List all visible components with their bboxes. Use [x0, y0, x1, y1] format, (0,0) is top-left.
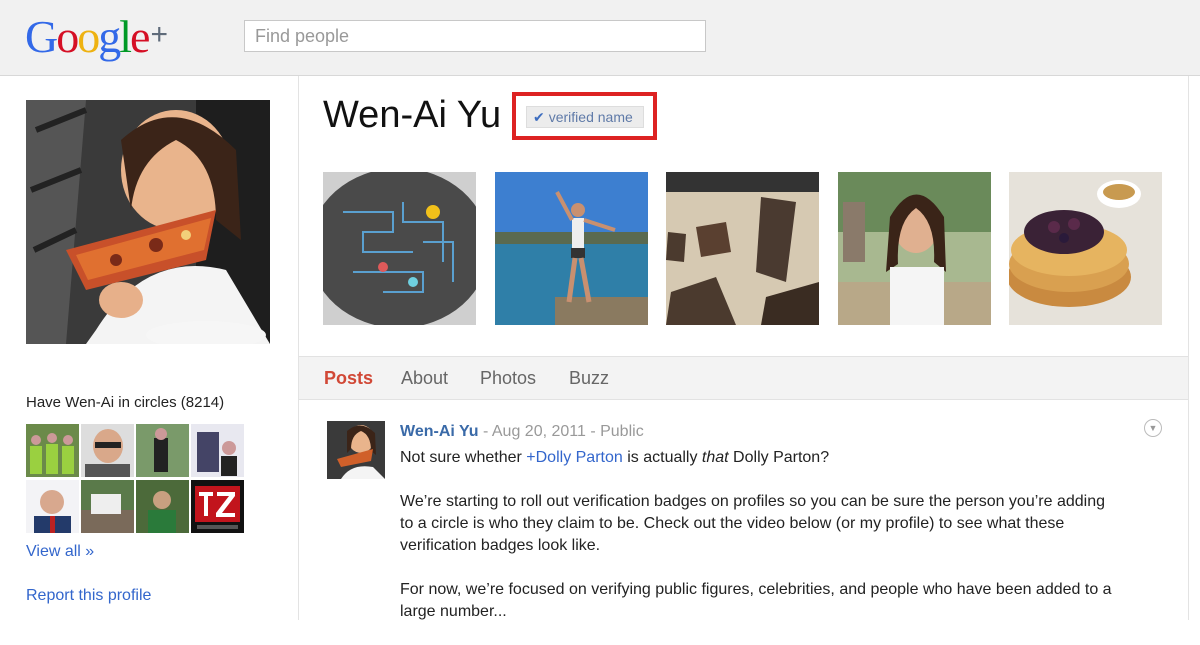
outdoor-smile-image: [838, 172, 991, 325]
circle-member-avatar[interactable]: [26, 424, 79, 477]
post-text: Dolly Parton?: [728, 449, 830, 466]
tab-photos[interactable]: Photos: [480, 368, 536, 389]
circle-member-avatar[interactable]: [136, 480, 189, 533]
logo-letter: l: [119, 11, 132, 62]
logo-letter: o: [77, 11, 100, 62]
profile-photo[interactable]: [26, 100, 270, 344]
strip-photo[interactable]: [666, 172, 819, 325]
profile-tabs: Posts About Photos Buzz: [299, 356, 1189, 400]
post-paragraph: We’re starting to roll out verification …: [400, 493, 1105, 554]
post-author-avatar[interactable]: [327, 421, 385, 479]
post-body: Not sure whether +Dolly Parton is actual…: [400, 447, 1120, 645]
circle-member-avatar[interactable]: [191, 480, 244, 533]
find-people-input[interactable]: [244, 20, 706, 52]
tab-posts[interactable]: Posts: [324, 368, 373, 389]
mention-link[interactable]: +Dolly Parton: [526, 449, 623, 466]
avatar-image: [327, 421, 385, 479]
avatar-image: [81, 424, 134, 477]
avatar-image: [136, 424, 189, 477]
separator: -: [478, 423, 492, 440]
logo-letter: e: [130, 11, 150, 62]
profile-name: Wen-Ai Yu: [323, 94, 502, 136]
strip-photo[interactable]: [1009, 172, 1162, 325]
chocolate-bark-image: [666, 172, 819, 325]
avatar-image: [191, 424, 244, 477]
circle-member-avatar[interactable]: [81, 424, 134, 477]
post-text: is actually: [622, 449, 702, 466]
separator: -: [585, 423, 601, 440]
avatar-image: [81, 480, 134, 533]
techzulu-logo: [191, 480, 244, 533]
tab-buzz[interactable]: Buzz: [569, 368, 609, 389]
report-profile-link[interactable]: Report this profile: [26, 587, 151, 605]
post-paragraph: Not sure whether +Dolly Parton is actual…: [400, 447, 1120, 469]
verified-name-label: verified name: [548, 109, 633, 125]
verified-name-badge[interactable]: ✔ verified name: [526, 106, 644, 128]
avatar-image: [26, 480, 79, 533]
circle-member-avatar[interactable]: [81, 480, 134, 533]
post-text: Not sure whether: [400, 449, 527, 466]
strip-photo[interactable]: [838, 172, 991, 325]
tab-about[interactable]: About: [401, 368, 448, 389]
post-header: Wen-Ai Yu - Aug 20, 2011 - Public: [400, 423, 644, 441]
avatar-image: [136, 480, 189, 533]
logo-letter: G: [25, 11, 58, 62]
pancakes-image: [1009, 172, 1162, 325]
avatar-image: [26, 424, 79, 477]
logo-plus: +: [150, 18, 167, 51]
post-author-link[interactable]: Wen-Ai Yu: [400, 423, 479, 440]
circle-member-avatar[interactable]: [191, 424, 244, 477]
pacman-plate-image: [323, 172, 476, 325]
left-sidebar: Have Wen-Ai in circles (8214) View all »…: [0, 76, 299, 620]
circle-member-avatar[interactable]: [26, 480, 79, 533]
profile-main: Wen-Ai Yu ✔ verified name Posts About Ph…: [299, 76, 1189, 620]
profile-photo-image: [26, 100, 270, 344]
lake-jump-image: [495, 172, 648, 325]
top-bar: Google+: [0, 0, 1200, 76]
post-visibility[interactable]: Public: [600, 423, 644, 440]
strip-photo[interactable]: [495, 172, 648, 325]
post-text-emphasis: that: [701, 449, 729, 466]
post-paragraph: For now, we’re focused on verifying publ…: [400, 581, 1112, 620]
logo-letter: g: [98, 11, 121, 62]
circle-member-avatar[interactable]: [136, 424, 189, 477]
right-border: [1188, 76, 1189, 620]
google-plus-logo[interactable]: Google+: [25, 10, 168, 63]
post-menu-chevron-icon[interactable]: ▼: [1144, 419, 1162, 437]
post-card: Wen-Ai Yu - Aug 20, 2011 - Public ▼ Not …: [299, 399, 1189, 629]
verified-highlight-box: ✔ verified name: [512, 92, 657, 140]
logo-letter: o: [56, 11, 79, 62]
in-circles-heading: Have Wen-Ai in circles (8214): [26, 394, 225, 411]
checkmark-icon: ✔: [533, 108, 545, 125]
strip-photo[interactable]: [323, 172, 476, 325]
post-date[interactable]: Aug 20, 2011: [492, 423, 586, 440]
view-all-link[interactable]: View all »: [26, 543, 94, 561]
